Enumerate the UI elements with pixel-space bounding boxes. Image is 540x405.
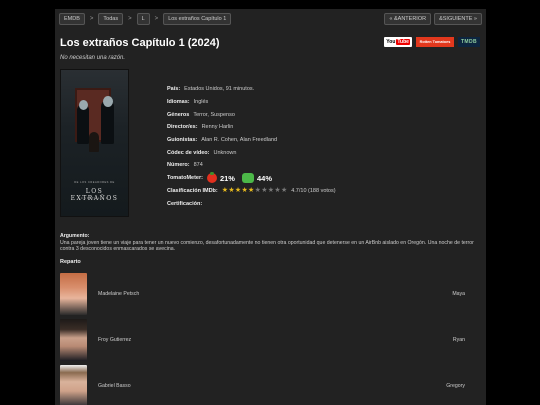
poster-mask-right [103,96,113,107]
imdb-rating-value: 4.7/10 (188 votos) [291,187,336,194]
youtube-logo-tube: Tube [396,39,410,45]
tagline: No necesitan una razón. [60,55,126,61]
info-value: Terror, Suspenso [193,111,235,118]
info-row-directors: Director/es: Renny Harlin [167,121,336,134]
star-icon: ★ [234,187,242,195]
info-label: Géneros [167,111,190,118]
info-label: Guionistas: [167,137,198,144]
audience-score: 44% [256,173,272,183]
info-label: Idiomas: [167,99,190,106]
breadcrumb-separator: > [89,16,94,22]
pager: « &ANTERIOR &SIGUIENTE » [384,13,482,25]
info-row-number: Número: 874 [167,159,336,172]
star-icon: ★ [221,187,229,195]
top-navigation-bar: EMDB > Todas > L > Los extraños Capítulo… [59,13,482,25]
star-icon: ★ [267,187,275,195]
poster-pretitle: DE LOS CREADORES DE [74,181,115,184]
star-icon: ★ [261,187,268,195]
info-label: País: [167,86,181,93]
info-row-imdb: Clasificación IMDb: ★ ★ ★ ★ ★ ★ ★ ★ ★ ★ 4.7/10 (1… [167,185,336,198]
info-label: Director/es: [167,124,198,131]
cast-heading: Reparto [60,259,81,265]
tomato-icon [206,172,217,184]
youtube-logo-text: You [386,39,396,45]
cast-role: Ryan [452,337,465,343]
imdb-stars: ★ ★ ★ ★ ★ ★ ★ ★ ★ ★ [222,187,287,194]
breadcrumb-letter[interactable]: L [136,13,150,25]
info-label: Número: [167,162,190,169]
movie-poster[interactable]: DE LOS CREADORES DE LOS EXTRAÑOS CAPÍTUL… [60,69,129,217]
cast-photo [60,365,87,405]
cast-row[interactable]: Madelaine Petsch Maya [60,273,465,315]
info-row-writers: Guionistas: Alan R. Cohen, Alan Freedland [167,134,336,147]
cast-name: Madelaine Petsch [98,291,140,297]
info-row-video-codec: Códec de vídeo: Unknown [167,146,336,159]
tmdb-logo-link[interactable]: TMDB [457,37,480,47]
rotten-tomatoes-logo-link[interactable]: Rotten Tomatoes [415,37,454,47]
cast-name: Gabriel Basso [98,383,131,389]
info-value: Inglés [193,99,209,106]
info-row-country: País: Estados Unidos, 91 minutos. [167,83,336,96]
next-button[interactable]: &SIGUIENTE » [434,13,482,25]
cast-role: Gregory [446,383,465,389]
external-links: You Tube Rotten Tomatoes TMDB [384,37,480,47]
info-value: 874 [193,162,203,169]
previous-button[interactable]: « &ANTERIOR [384,13,432,25]
breadcrumb-emdb[interactable]: EMDB [59,13,85,25]
tomatometer: 21% 44% [206,172,276,184]
info-row-tomatometer: TomatoMeter: 21% 44% [167,172,336,185]
plot-summary: Argumento: Una pareja joven tiene un via… [60,233,480,253]
info-label: Clasificación IMDb: [167,187,218,194]
info-label: Códec de vídeo: [167,149,210,156]
info-value: Estados Unidos, 91 minutos. [184,86,255,93]
cast-row[interactable]: Gabriel Basso Gregory [60,365,465,405]
star-icon: ★ [248,187,255,195]
page-title: Los extraños Capítulo 1 (2024) [60,37,220,49]
youtube-logo-link[interactable]: You Tube [384,37,412,47]
info-label: Certificación: [167,200,203,207]
movie-panel: EMDB > Todas > L > Los extraños Capítulo… [55,9,486,405]
splat-icon [241,173,254,184]
breadcrumb-todas[interactable]: Todas [98,13,124,25]
info-row-languages: Idiomas: Inglés [167,96,336,109]
info-value: Renny Harlin [201,124,234,131]
critics-score: 21% [219,173,235,183]
cast-photo [60,273,87,315]
info-row-certification: Certificación: [167,197,336,210]
movie-info: País: Estados Unidos, 91 minutos. Idiomas… [167,83,336,210]
cast-role: Maya [452,291,465,297]
poster-figure-left [77,104,89,144]
cast-photo [60,319,87,361]
poster-mask-left [79,100,88,110]
breadcrumb-separator: > [154,16,159,22]
poster-figure-center [89,132,99,152]
star-icon: ★ [254,187,261,195]
cast-name: Froy Gutierrez [98,337,132,343]
info-value: Alan R. Cohen, Alan Freedland [201,137,278,144]
star-icon: ★ [228,187,235,195]
star-icon: ★ [280,187,288,195]
star-icon: ★ [274,187,281,195]
breadcrumb-current[interactable]: Los extraños Capítulo 1 [163,13,232,25]
plot-text: Una pareja joven tiene un viaje para ten… [60,239,474,253]
info-value: Unknown [213,149,237,156]
poster-subtitle: CAPÍTULO 1 [80,196,109,200]
info-label: TomatoMeter: [167,175,203,182]
breadcrumb-separator: > [128,16,132,22]
cast-row[interactable]: Froy Gutierrez Ryan [60,319,465,361]
info-row-genres: Géneros Terror, Suspenso [167,108,336,121]
star-icon: ★ [241,187,248,195]
